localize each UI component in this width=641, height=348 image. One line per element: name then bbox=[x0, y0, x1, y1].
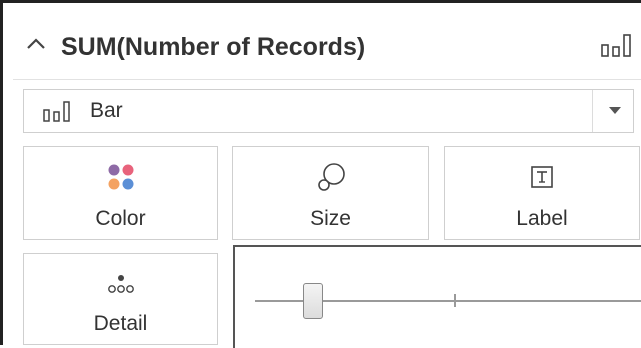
label-card[interactable]: Label bbox=[444, 146, 640, 240]
bar-chart-icon bbox=[601, 34, 631, 57]
size-slider-popup bbox=[233, 245, 641, 348]
caret-down-icon[interactable] bbox=[607, 105, 623, 115]
bar-chart-icon bbox=[43, 101, 70, 122]
text-label-icon bbox=[531, 166, 553, 188]
detail-dots-icon bbox=[107, 275, 134, 293]
size-slider-tick bbox=[454, 294, 456, 307]
size-card[interactable]: Size bbox=[232, 146, 429, 240]
marks-card-panel: SUM(Number of Records) Bar Color Size La… bbox=[0, 0, 641, 348]
marks-header: SUM(Number of Records) bbox=[13, 11, 641, 81]
color-dots-icon bbox=[108, 164, 133, 190]
size-label: Size bbox=[310, 207, 351, 230]
color-label: Color bbox=[95, 207, 146, 230]
header-divider bbox=[13, 79, 641, 80]
detail-label: Detail bbox=[93, 312, 148, 335]
label-label: Label bbox=[516, 207, 568, 230]
chevron-up-icon[interactable] bbox=[25, 33, 47, 55]
mark-type-dropdown[interactable]: Bar bbox=[23, 89, 634, 133]
detail-card[interactable]: Detail bbox=[23, 253, 218, 345]
dropdown-divider bbox=[592, 90, 593, 132]
size-shapes-icon bbox=[317, 163, 345, 191]
color-card[interactable]: Color bbox=[23, 146, 218, 240]
marks-title: SUM(Number of Records) bbox=[61, 33, 366, 61]
mark-type-value: Bar bbox=[90, 99, 123, 122]
size-slider-thumb[interactable] bbox=[303, 283, 323, 319]
